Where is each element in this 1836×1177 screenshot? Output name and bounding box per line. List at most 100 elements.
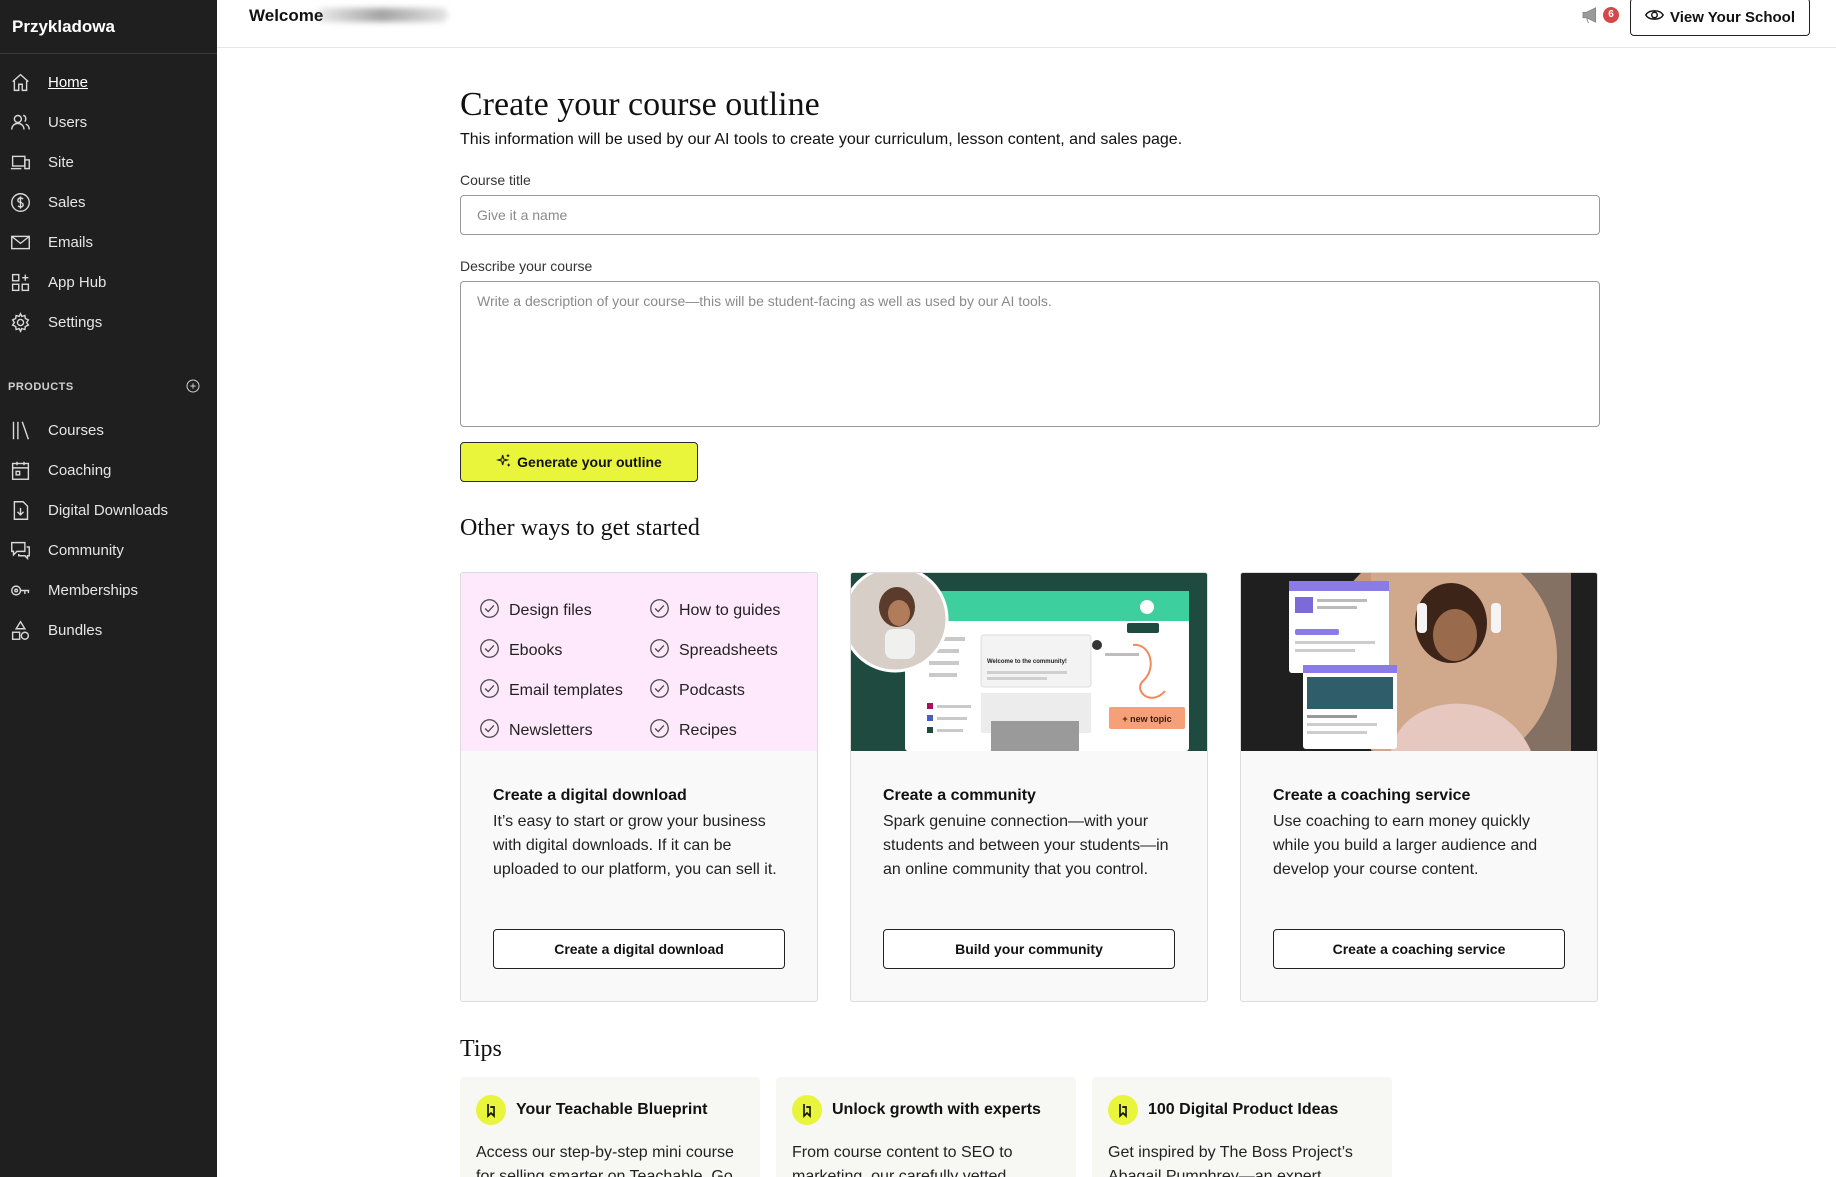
tip-text: From course content to SEO to marketing,…	[792, 1144, 1013, 1177]
sidebar-item-app-hub[interactable]: App Hub	[0, 262, 217, 302]
products-nav: Courses Coaching Digital Downloads Commu…	[0, 410, 217, 650]
main-content: Create your course outline This informat…	[460, 48, 1601, 1177]
welcome-text: Welcome	[249, 6, 324, 25]
tip-header: Your Teachable Blueprint	[476, 1095, 744, 1125]
sidebar-item-courses[interactable]: Courses	[0, 410, 217, 450]
community-card: Welcome to the community! + new topic Cr…	[850, 572, 1208, 1002]
checklist-item: Design files	[479, 591, 649, 631]
checklist-item: Recipes	[649, 711, 817, 751]
coaching-card: Create a coaching service Use coaching t…	[1240, 572, 1598, 1002]
sidebar-item-label: Courses	[48, 421, 104, 439]
gear-icon	[9, 311, 31, 333]
describe-course-textarea[interactable]	[460, 281, 1600, 427]
products-heading-label: PRODUCTS	[8, 381, 74, 393]
sidebar-item-settings[interactable]: Settings	[0, 302, 217, 342]
checklist-label: Newsletters	[509, 722, 593, 739]
download-types-panel: Design files How to guides Ebooks Spread…	[461, 573, 817, 751]
tip-title: 100 Digital Product Ideas	[1148, 1101, 1339, 1118]
chat-icon	[9, 539, 31, 561]
tip-card[interactable]: Your Teachable Blueprint Access our step…	[460, 1077, 760, 1177]
checklist-item: Newsletters	[479, 711, 649, 751]
check-circle-icon	[479, 678, 509, 704]
describe-course-label: Describe your course	[460, 258, 593, 274]
eye-icon	[1644, 8, 1670, 26]
community-preview-image: Welcome to the community! + new topic	[851, 573, 1189, 751]
home-icon	[9, 71, 31, 93]
checklist-item: Podcasts	[649, 671, 817, 711]
sidebar-item-label: Coaching	[48, 461, 112, 479]
checklist-label: How to guides	[679, 602, 781, 619]
checklist-label: Recipes	[679, 722, 737, 739]
checklist-item: Email templates	[479, 671, 649, 711]
sidebar-item-label: Community	[48, 541, 124, 559]
card-title: Create a coaching service	[1273, 787, 1471, 804]
sidebar-item-home[interactable]: Home	[0, 62, 217, 102]
main-nav: Home Users Site Sales Emails App Hub Set…	[0, 54, 217, 342]
check-circle-icon	[649, 638, 679, 664]
other-ways-title: Other ways to get started	[460, 515, 700, 541]
sidebar-item-users[interactable]: Users	[0, 102, 217, 142]
tip-card[interactable]: Unlock growth with experts From course c…	[776, 1077, 1076, 1177]
create-digital-download-button[interactable]: Create a digital download	[493, 929, 785, 969]
users-icon	[9, 111, 31, 133]
tip-card[interactable]: 100 Digital Product Ideas Get inspired b…	[1092, 1077, 1392, 1177]
announcements-button[interactable]: 6	[1581, 6, 1621, 26]
coaching-illustration	[1241, 573, 1597, 751]
tip-text: Get inspired by The Boss Project’s Abaga…	[1108, 1144, 1353, 1177]
teachable-logo-icon	[792, 1095, 822, 1125]
sidebar-item-community[interactable]: Community	[0, 530, 217, 570]
build-community-button[interactable]: Build your community	[883, 929, 1175, 969]
community-illustration: Welcome to the community! + new topic	[851, 573, 1207, 751]
tip-header: 100 Digital Product Ideas	[1108, 1095, 1376, 1125]
sidebar-item-site[interactable]: Site	[0, 142, 217, 182]
mail-icon	[9, 231, 31, 253]
sidebar-item-memberships[interactable]: Memberships	[0, 570, 217, 610]
sidebar-item-bundles[interactable]: Bundles	[0, 610, 217, 650]
sidebar-item-label: Memberships	[48, 581, 139, 599]
products-heading: PRODUCTS	[0, 372, 217, 402]
checklist-item: How to guides	[649, 591, 817, 631]
view-school-button[interactable]: View Your School	[1630, 0, 1810, 36]
sidebar-item-label: Bundles	[48, 621, 103, 639]
redacted-user-name	[316, 8, 448, 22]
card-body: Create a digital download It’s easy to s…	[461, 751, 817, 882]
community-image-badge: + new topic	[1122, 714, 1171, 724]
tip-title: Unlock growth with experts	[832, 1101, 1041, 1118]
megaphone-icon	[1581, 7, 1603, 28]
generate-outline-button[interactable]: Generate your outline	[460, 442, 698, 482]
sidebar-item-digital-downloads[interactable]: Digital Downloads	[0, 490, 217, 530]
check-circle-icon	[479, 598, 509, 624]
add-product-icon[interactable]	[185, 378, 201, 397]
check-circle-icon	[479, 718, 509, 744]
community-image-heading: Welcome to the community!	[987, 659, 1067, 665]
checklist-label: Spreadsheets	[679, 642, 778, 659]
generate-outline-label: Generate your outline	[517, 454, 662, 470]
checklist-label: Email templates	[509, 682, 623, 699]
checklist-item: Spreadsheets	[649, 631, 817, 671]
sidebar-item-label: App Hub	[48, 273, 107, 291]
calendar-icon	[9, 459, 31, 481]
sidebar-item-coaching[interactable]: Coaching	[0, 450, 217, 490]
view-school-label: View Your School	[1669, 8, 1796, 26]
tips-title: Tips	[460, 1036, 502, 1062]
sidebar-item-label: Site	[48, 153, 74, 171]
sidebar-item-label: Emails	[48, 233, 94, 251]
notification-badge: 6	[1603, 7, 1619, 23]
get-started-cards: Design files How to guides Ebooks Spread…	[460, 572, 1601, 1002]
sidebar-item-emails[interactable]: Emails	[0, 222, 217, 262]
checklist-item: Ebooks	[479, 631, 649, 671]
card-body: Create a community Spark genuine connect…	[851, 751, 1207, 882]
sidebar-item-sales[interactable]: Sales	[0, 182, 217, 222]
check-circle-icon	[649, 598, 679, 624]
tip-title: Your Teachable Blueprint	[516, 1101, 708, 1118]
tip-text: Access our step-by-step mini course for …	[476, 1144, 734, 1177]
teachable-logo-icon	[1108, 1095, 1138, 1125]
checklist-label: Ebooks	[509, 642, 563, 659]
page-title: Create your course outline	[460, 86, 820, 123]
create-coaching-service-button[interactable]: Create a coaching service	[1273, 929, 1565, 969]
tip-header: Unlock growth with experts	[792, 1095, 1060, 1125]
school-name[interactable]: Przykladowa	[0, 0, 217, 54]
tips-list: Your Teachable Blueprint Access our step…	[460, 1077, 1601, 1177]
card-title: Create a digital download	[493, 787, 687, 804]
course-title-input[interactable]	[460, 195, 1600, 235]
